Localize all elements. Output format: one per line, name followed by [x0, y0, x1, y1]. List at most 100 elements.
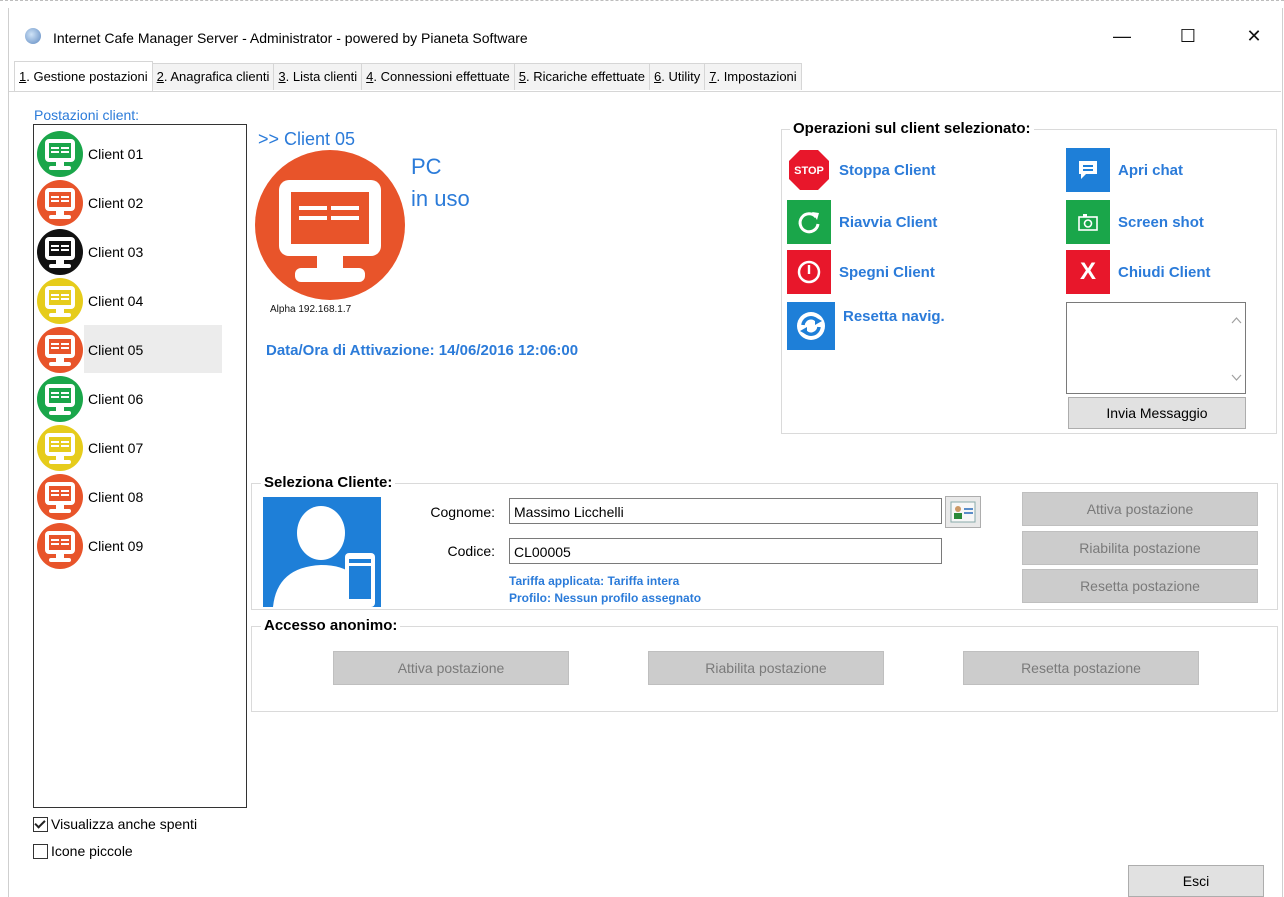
client-list-item[interactable]: Client 02 [36, 178, 221, 226]
client-reenable-button[interactable]: Riabilita postazione [1022, 531, 1258, 565]
window-top-edge [0, 0, 1284, 1]
tab-connessioni-effettuate[interactable]: 4. Connessioni effettuate [361, 63, 515, 90]
show-off-label: Visualizza anche spenti [51, 816, 198, 832]
monitor-icon [37, 229, 83, 275]
window-title: Internet Cafe Manager Server - Administr… [53, 30, 528, 46]
send-message-button[interactable]: Invia Messaggio [1068, 397, 1246, 429]
open-chat-label: Apri chat [1118, 161, 1184, 179]
stop-icon: STOP [787, 148, 831, 192]
shutdown-client-label: Spegni Client [839, 263, 935, 281]
monitor-icon [37, 327, 83, 373]
tab-panel-border [9, 91, 1281, 92]
message-scrollbar[interactable] [1228, 303, 1245, 393]
monitor-icon [37, 131, 83, 177]
select-client-title: Seleziona Cliente: [261, 474, 396, 491]
client-list-label: Postazioni client: [34, 107, 140, 123]
contact-card-icon [950, 501, 976, 523]
tab-ricariche-effettuate[interactable]: 5. Ricariche effettuate [513, 63, 650, 90]
anon-reenable-button[interactable]: Riabilita postazione [648, 651, 884, 685]
show-off-checkbox[interactable]: Visualizza anche spenti [33, 816, 197, 832]
anon-reset-button[interactable]: Resetta postazione [963, 651, 1199, 685]
pc-status-line2: in uso [411, 186, 470, 211]
reset-navigation-button[interactable]: Resetta navig. [787, 302, 945, 350]
small-icons-checkbox[interactable]: Icone piccole [33, 843, 133, 859]
tab-lista-clienti[interactable]: 3. Lista clienti [273, 63, 363, 90]
client-list-item[interactable]: Client 05 [36, 325, 222, 373]
tariff-info: Tariffa applicata: Tariffa intera [509, 574, 680, 588]
monitor-icon [37, 474, 83, 520]
reset-navigation-label: Resetta navig. [843, 307, 945, 325]
client-label: Client 05 [88, 342, 144, 358]
checkbox-box[interactable] [33, 816, 48, 832]
window-right-border [1282, 8, 1283, 897]
anon-activate-button[interactable]: Attiva postazione [333, 651, 569, 685]
monitor-icon [37, 523, 83, 569]
chat-icon [1066, 148, 1110, 192]
open-chat-button[interactable]: Apri chat [1066, 148, 1183, 192]
sync-icon [787, 302, 835, 350]
client-label: Client 08 [88, 489, 144, 505]
anonymous-access-title: Accesso anonimo: [261, 617, 401, 634]
client-list[interactable]: Client 01 Client 02 Client 03 Client 04 Clie… [33, 124, 247, 808]
code-field[interactable]: CL00005 [509, 538, 942, 564]
screenshot-label: Screen shot [1118, 213, 1204, 231]
client-label: Client 02 [88, 195, 144, 211]
monitor-icon [37, 425, 83, 471]
pc-status: PC in uso [411, 151, 470, 215]
close-client-label: Chiudi Client [1118, 263, 1211, 281]
client-list-item[interactable]: Client 07 [36, 423, 221, 471]
client-label: Client 04 [88, 293, 144, 309]
exit-button[interactable]: Esci [1128, 865, 1264, 897]
client-list-item[interactable]: Client 09 [36, 521, 221, 569]
client-label: Client 06 [88, 391, 144, 407]
client-list-item[interactable]: Client 01 [36, 129, 221, 177]
tab-utility[interactable]: 6. Utility [649, 63, 706, 90]
stop-client-button[interactable]: STOP Stoppa Client [787, 148, 936, 192]
minimize-button[interactable]: — [1099, 20, 1145, 52]
selected-client-title: >> Client 05 [258, 129, 356, 149]
client-label: Client 07 [88, 440, 144, 456]
monitor-icon [37, 376, 83, 422]
pc-status-line1: PC [411, 154, 442, 179]
window-left-border [8, 8, 9, 897]
user-avatar-icon [263, 497, 381, 607]
stop-client-label: Stoppa Client [839, 161, 936, 179]
monitor-icon-large [255, 150, 405, 300]
client-list-item[interactable]: Client 06 [36, 374, 221, 422]
surname-label: Cognome: [430, 504, 495, 520]
power-icon [787, 250, 831, 294]
tab-impostazioni[interactable]: 7. Impostazioni [704, 63, 802, 90]
checkbox-box[interactable] [33, 843, 48, 859]
client-list-item[interactable]: Client 03 [36, 227, 221, 275]
client-label: Client 03 [88, 244, 144, 260]
tab-anagrafica-clienti[interactable]: 2. Anagrafica clienti [151, 63, 275, 90]
surname-field[interactable]: Massimo Licchelli [509, 498, 942, 524]
tab-bar: 1. Gestione postazioni 2. Anagrafica cli… [14, 61, 802, 91]
profile-info: Profilo: Nessun profilo assegnato [509, 591, 702, 605]
client-activate-button[interactable]: Attiva postazione [1022, 492, 1258, 526]
client-list-item[interactable]: Client 08 [36, 472, 221, 520]
monitor-icon [37, 180, 83, 226]
maximize-button[interactable]: ☐ [1165, 20, 1211, 52]
shutdown-client-button[interactable]: Spegni Client [787, 250, 935, 294]
app-icon [25, 28, 41, 44]
close-button[interactable]: ✕ [1231, 20, 1277, 52]
client-label: Client 09 [88, 538, 144, 554]
client-reset-button[interactable]: Resetta postazione [1022, 569, 1258, 603]
camera-icon [1066, 200, 1110, 244]
operations-title: Operazioni sul client selezionato: [790, 120, 1034, 137]
client-ip: Alpha 192.168.1.7 [270, 304, 352, 315]
screenshot-button[interactable]: Screen shot [1066, 200, 1204, 244]
message-textarea[interactable] [1066, 302, 1246, 394]
client-label: Client 01 [88, 146, 144, 162]
close-client-button[interactable]: X Chiudi Client [1066, 250, 1211, 294]
activation-datetime: Data/Ora di Attivazione: 14/06/2016 12:0… [266, 342, 579, 359]
address-book-button[interactable] [945, 496, 981, 528]
title-bar: Internet Cafe Manager Server - Administr… [9, 14, 1281, 58]
close-x-icon: X [1066, 250, 1110, 294]
tab-gestione-postazioni[interactable]: 1. Gestione postazioni [14, 61, 153, 91]
monitor-icon [37, 278, 83, 324]
restart-client-button[interactable]: Riavvia Client [787, 200, 937, 244]
svg-text:STOP: STOP [794, 165, 824, 177]
client-list-item[interactable]: Client 04 [36, 276, 221, 324]
